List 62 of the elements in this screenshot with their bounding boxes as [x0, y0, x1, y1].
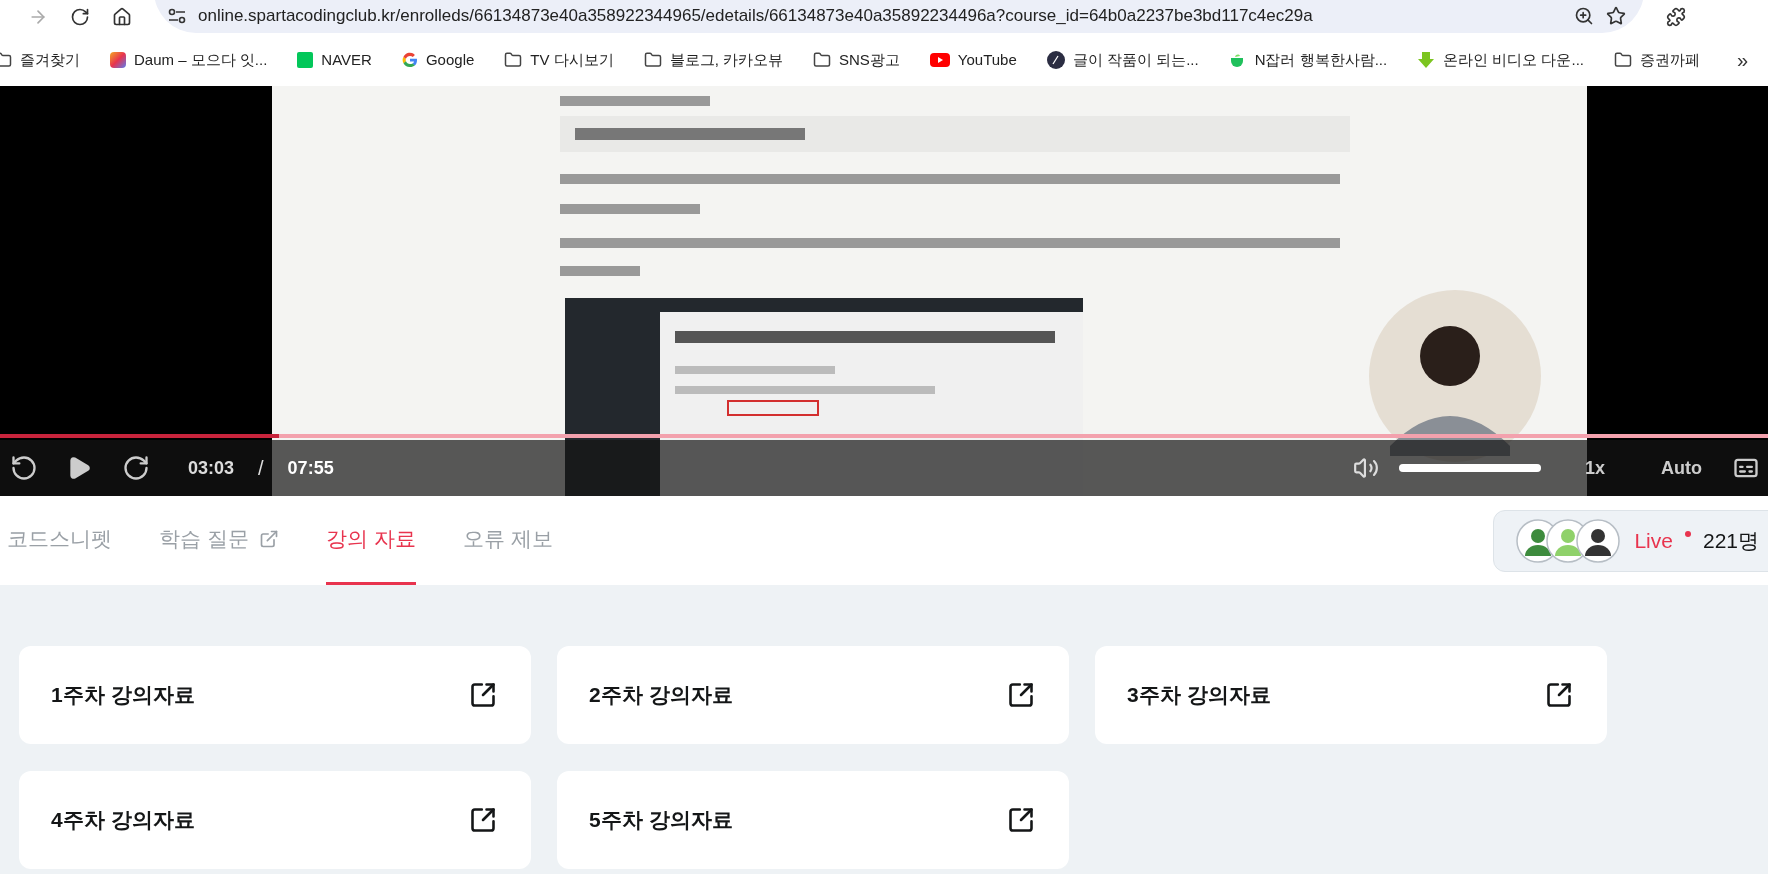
extensions-icon[interactable]: [1666, 7, 1686, 27]
more-bookmarks-button[interactable]: »: [1736, 45, 1748, 75]
bookmark-item[interactable]: NAVER: [297, 48, 372, 72]
bookmark-item[interactable]: 글이 작품이 되는...: [1046, 48, 1199, 72]
material-title: 2주차 강의자료: [589, 682, 733, 709]
external-link-icon: [258, 529, 279, 549]
volume-icon[interactable]: [1353, 455, 1379, 481]
address-bar[interactable]: online.spartacodingclub.kr/enrolleds/66134873e40a358922344965/edetails/66134873e40a35892234496a?course_id=64b0a2237be3bd117c4ec29a: [154, 0, 1644, 33]
folder-icon: [1614, 51, 1632, 69]
site-settings-icon[interactable]: [168, 8, 186, 24]
square-logo-icon: [297, 52, 314, 68]
material-card[interactable]: 5주차 강의자료: [557, 771, 1069, 869]
material-card[interactable]: 1주차 강의자료: [19, 646, 531, 744]
bookmark-item[interactable]: 블로그, 카카오뷰: [643, 48, 783, 72]
download-arrow-icon: [1417, 51, 1436, 69]
external-link-icon: [1007, 681, 1035, 709]
home-icon[interactable]: [112, 7, 132, 27]
material-card[interactable]: 3주차 강의자료: [1095, 646, 1607, 744]
bookmark-star-icon[interactable]: [1606, 6, 1626, 26]
letter-logo-icon: [110, 52, 126, 68]
material-card[interactable]: 4주차 강의자료: [19, 771, 531, 869]
bookmark-item[interactable]: 증권까페: [1614, 48, 1700, 72]
avatar-icon: [1576, 518, 1621, 563]
play-logo-icon: [929, 53, 950, 67]
live-viewers-badge[interactable]: Live 221명: [1493, 509, 1768, 572]
bookmark-item[interactable]: Daum – 모으다 잇...: [110, 48, 268, 72]
bookmark-item[interactable]: N잡러 행복한사람...: [1228, 48, 1388, 72]
external-link-icon: [469, 806, 497, 834]
bookmark-item[interactable]: SNS광고: [813, 48, 900, 72]
reload-icon[interactable]: [70, 7, 90, 27]
url-text: online.spartacodingclub.kr/enrolleds/66134873e40a358922344965/edetails/66134873e40a35892234496a?course_id=64b0a2237be3bd117c4ec29a: [198, 5, 1314, 28]
folder-icon: [643, 51, 662, 69]
viewer-count: 221명: [1702, 527, 1759, 554]
volume-slider[interactable]: [1399, 464, 1541, 472]
material-title: 1주차 강의자료: [51, 682, 195, 709]
bookmark-item[interactable]: Google: [401, 48, 475, 72]
tab[interactable]: 강의 자료: [325, 496, 416, 585]
pen-logo-icon: [1046, 51, 1065, 69]
speed-button[interactable]: 1x: [1585, 454, 1605, 482]
bookmark-item[interactable]: 온라인 비디오 다운...: [1417, 48, 1584, 72]
material-card[interactable]: 2주차 강의자료: [557, 646, 1069, 744]
external-link-icon: [469, 681, 497, 709]
google-logo-icon: [401, 52, 418, 68]
quality-button[interactable]: Auto: [1661, 454, 1702, 482]
bookmark-item[interactable]: TV 다시보기: [504, 48, 614, 72]
live-label: Live: [1634, 527, 1673, 554]
external-link-icon: [1545, 681, 1573, 709]
time-separator: /: [258, 456, 264, 481]
forward-skip-icon[interactable]: [122, 454, 150, 482]
progress-track[interactable]: [0, 434, 1768, 438]
material-title: 5주차 강의자료: [589, 807, 733, 834]
zoom-icon[interactable]: [1574, 6, 1594, 26]
external-link-icon: [1007, 806, 1035, 834]
rewind-icon[interactable]: [10, 454, 38, 482]
bookmark-item[interactable]: 즐겨찾기: [0, 48, 80, 72]
material-title: 4주차 강의자료: [51, 807, 195, 834]
material-title: 3주차 강의자료: [1127, 682, 1271, 709]
bookmark-item[interactable]: YouTube: [929, 48, 1017, 72]
folder-icon: [504, 51, 523, 69]
folder-icon: [813, 51, 831, 69]
total-time: 07:55: [287, 456, 334, 480]
current-time: 03:03: [188, 456, 235, 480]
